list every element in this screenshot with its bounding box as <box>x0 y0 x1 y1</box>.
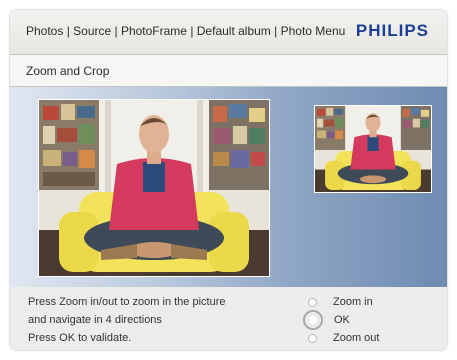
zoom-out-option[interactable]: Zoom out <box>308 330 379 346</box>
preview-stage <box>10 87 447 287</box>
instruction-line-1: Press Zoom in/out to zoom in the picture <box>28 296 226 308</box>
radio-zoom-out[interactable] <box>308 333 317 343</box>
photo-frame-screen: Photos | Source | PhotoFrame | Default a… <box>10 10 447 350</box>
zoom-preview-image[interactable] <box>38 99 270 277</box>
ok-option[interactable]: OK <box>303 310 350 330</box>
zoom-in-option[interactable]: Zoom in <box>308 294 373 310</box>
instruction-panel: Press Zoom in/out to zoom in the picture… <box>10 287 447 350</box>
ok-label: OK <box>334 314 350 326</box>
radio-zoom-in[interactable] <box>308 297 317 307</box>
zoom-in-label: Zoom in <box>333 296 373 308</box>
photo-man-on-chair-main <box>39 100 269 276</box>
original-thumbnail-image <box>314 105 432 193</box>
instruction-line-3: Press OK to validate. <box>28 332 132 344</box>
instruction-line-2: and navigate in 4 directions <box>28 314 162 326</box>
radio-ok-selected[interactable] <box>303 310 323 330</box>
photo-man-on-chair-thumb <box>315 106 431 192</box>
brand-logo: PHILIPS <box>355 21 429 40</box>
zoom-out-label: Zoom out <box>333 332 380 344</box>
page-title: Zoom and Crop <box>26 64 110 78</box>
header-bar: Photos | Source | PhotoFrame | Default a… <box>10 10 447 54</box>
breadcrumb[interactable]: Photos | Source | PhotoFrame | Default a… <box>26 24 345 38</box>
header-divider <box>10 54 447 55</box>
